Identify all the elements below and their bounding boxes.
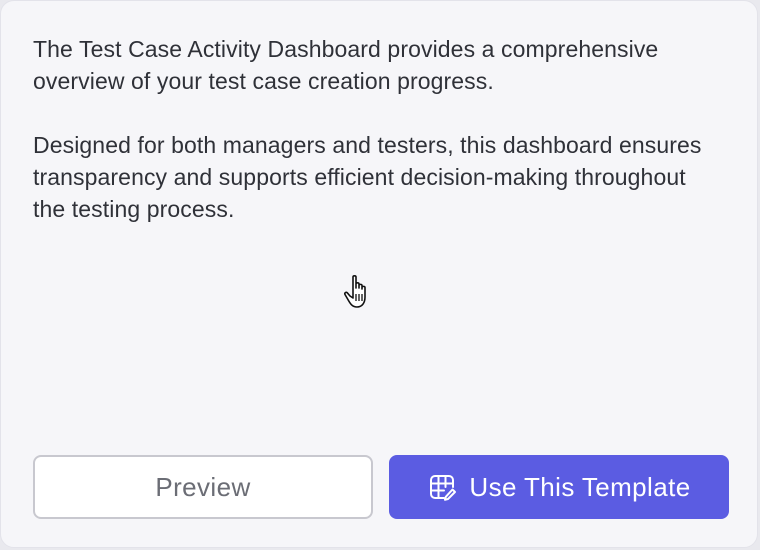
template-description: The Test Case Activity Dashboard provide… [33,33,723,257]
description-paragraph-2: Designed for both managers and testers, … [33,132,702,222]
use-this-template-label: Use This Template [469,471,691,502]
preview-button[interactable]: Preview [33,455,373,519]
preview-button-label: Preview [155,471,251,502]
template-card: The Test Case Activity Dashboard provide… [0,0,758,548]
grid-edit-icon [427,472,457,502]
description-paragraph-1: The Test Case Activity Dashboard provide… [33,36,659,94]
use-this-template-button[interactable]: Use This Template [389,455,729,519]
hand-pointer-cursor-icon [344,275,366,308]
